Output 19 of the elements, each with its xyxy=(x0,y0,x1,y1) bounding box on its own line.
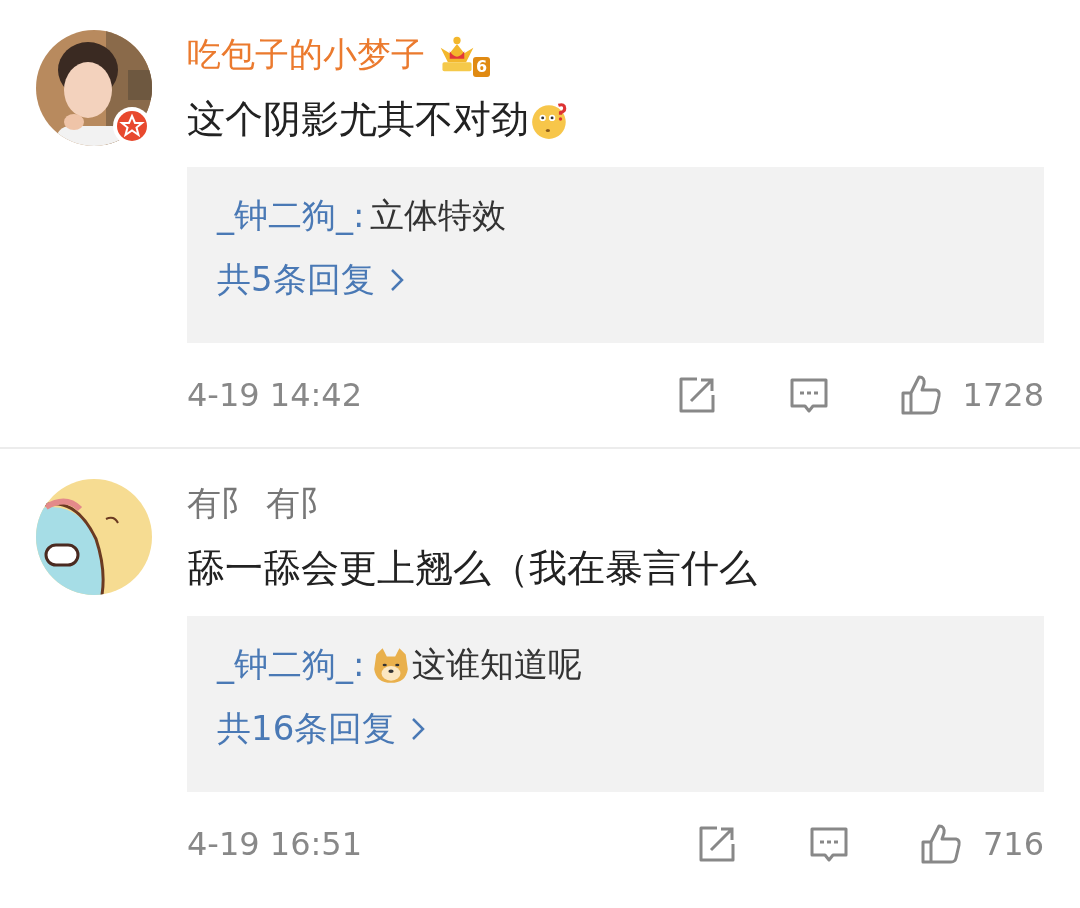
like-count: 716 xyxy=(982,825,1044,863)
comment-text: 这个阴影尤其不对劲 xyxy=(187,96,529,143)
username[interactable]: 有阝 有阝 xyxy=(187,481,334,527)
chevron-right-icon xyxy=(410,716,427,742)
chevron-right-icon xyxy=(388,267,405,293)
reply-author-link[interactable]: _钟二狗_: xyxy=(217,193,365,239)
more-replies-link[interactable]: 共16条回复 xyxy=(217,706,427,752)
reply-preview-panel[interactable]: _钟二狗_: 这谁知道呢 共16条回复 xyxy=(187,616,1044,792)
reply-text: 立体特效 xyxy=(370,194,507,237)
comment-text: 舔一舔会更上翘么（我在暴言什么 xyxy=(187,545,757,592)
timestamp: 4-19 16:51 xyxy=(187,825,363,863)
like-count: 1728 xyxy=(962,376,1044,414)
reply-author-link[interactable]: _钟二狗_: xyxy=(217,642,365,688)
reply-text: 这谁知道呢 xyxy=(412,643,583,686)
timestamp: 4-19 14:42 xyxy=(187,376,363,414)
crown-level-badge: 6 xyxy=(437,33,491,77)
username[interactable]: 吃包子的小梦子 xyxy=(187,32,425,78)
reply-preview-panel[interactable]: _钟二狗_: 立体特效 共5条回复 xyxy=(187,167,1044,343)
more-replies-link[interactable]: 共5条回复 xyxy=(217,257,405,303)
